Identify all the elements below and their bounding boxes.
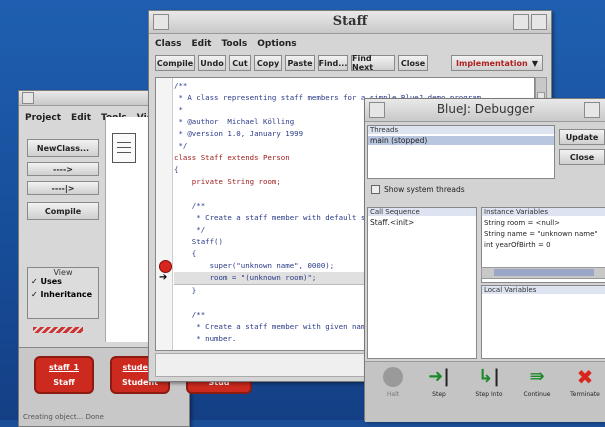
menu-tools[interactable]: Tools	[221, 39, 247, 49]
step-button[interactable]: ➜| Step	[421, 366, 457, 399]
threads-label: Threads	[368, 126, 554, 134]
breakpoint-gutter[interactable]	[156, 78, 173, 350]
scroll-thumb[interactable]	[494, 269, 594, 276]
paste-button[interactable]: Paste	[285, 55, 315, 71]
close-button[interactable]: Close	[398, 55, 428, 71]
debugger-window: BlueJ: Debugger Threads main (stopped) U…	[364, 98, 605, 422]
instance-variables-label: Instance Variables	[482, 208, 605, 216]
check-icon: ✓	[31, 290, 41, 299]
object-class: Staff	[53, 378, 75, 387]
step-into-icon: ↳|	[478, 366, 500, 387]
new-class-button[interactable]: NewClass...	[27, 139, 99, 157]
editor-title: Staff	[332, 14, 368, 29]
compile-button[interactable]: Compile	[27, 202, 99, 220]
compile-button[interactable]: Compile	[155, 55, 195, 71]
undo-button[interactable]: Undo	[198, 55, 226, 71]
show-system-threads-checkbox[interactable]: Show system threads	[371, 185, 465, 194]
editor-menubar: Class Edit Tools Options	[149, 36, 551, 52]
terminate-button[interactable]: ✖ Terminate	[565, 367, 605, 398]
instance-variable-item[interactable]: int yearOfBirth = 0	[482, 241, 605, 249]
debugger-titlebar: BlueJ: Debugger	[365, 99, 605, 122]
halt-icon	[383, 367, 403, 387]
update-button[interactable]: Update	[559, 129, 605, 145]
machine-activity-indicator	[33, 327, 83, 333]
checkbox-box-icon	[371, 185, 380, 194]
menu-class[interactable]: Class	[155, 39, 181, 49]
menu-project[interactable]: Project	[25, 113, 61, 123]
code-line: /**	[174, 81, 188, 90]
continue-button[interactable]: ⇛ Continue	[517, 366, 557, 399]
check-icon: ✓	[31, 277, 41, 286]
minimize-button[interactable]	[513, 14, 529, 30]
object-name: staff_1	[48, 363, 80, 372]
terminate-icon: ✖	[576, 365, 594, 389]
continue-icon: ⇛	[529, 366, 545, 387]
menu-options[interactable]: Options	[257, 39, 296, 49]
view-panel-label: View	[53, 268, 73, 277]
call-sequence-panel: Call Sequence Staff.<init>	[367, 207, 477, 359]
threads-panel: Threads main (stopped)	[367, 125, 555, 179]
window-menu-button[interactable]	[22, 92, 34, 104]
maximize-button[interactable]	[531, 14, 547, 30]
find-button[interactable]: Find...	[318, 55, 348, 71]
editor-titlebar: Staff	[149, 11, 551, 34]
find-next-button[interactable]: Find Next	[351, 54, 395, 72]
document-icon	[112, 133, 136, 163]
call-sequence-label: Call Sequence	[368, 208, 476, 216]
step-icon: ➜|	[428, 366, 450, 387]
instance-variable-item[interactable]: String room = <null>	[482, 219, 605, 227]
local-variables-panel: Local Variables	[481, 285, 605, 359]
chevron-down-icon: ▼	[531, 58, 538, 68]
uses-checkbox[interactable]: ✓ Uses	[31, 277, 98, 286]
step-into-button[interactable]: ↳| Step Into	[469, 366, 509, 399]
editor-toolbar: Compile Undo Cut Copy Paste Find... Find…	[155, 54, 428, 72]
copy-button[interactable]: Copy	[254, 55, 282, 71]
object-staff-1[interactable]: staff_1 Staff	[34, 356, 94, 394]
call-sequence-item[interactable]: Staff.<init>	[368, 218, 476, 227]
execution-arrow-icon: ➔	[159, 272, 168, 283]
view-select[interactable]: Implementation ▼	[451, 55, 543, 71]
close-button[interactable]: Close	[559, 149, 605, 165]
cut-button[interactable]: Cut	[229, 55, 251, 71]
inheritance-checkbox[interactable]: ✓ Inheritance	[31, 290, 98, 299]
minimize-button[interactable]	[584, 102, 600, 118]
thread-item[interactable]: main (stopped)	[368, 136, 554, 145]
local-variables-label: Local Variables	[482, 286, 605, 294]
menu-edit[interactable]: Edit	[71, 113, 91, 123]
inheritance-arrow-button[interactable]: ----|>	[27, 181, 99, 195]
menu-edit[interactable]: Edit	[191, 39, 211, 49]
view-panel: View ✓ Uses ✓ Inheritance	[27, 267, 99, 319]
debugger-title: BlueJ: Debugger	[436, 102, 535, 116]
horizontal-scrollbar[interactable]	[481, 267, 605, 279]
uses-arrow-button[interactable]: ---->	[27, 162, 99, 176]
halt-button[interactable]: Halt	[375, 367, 411, 398]
instance-variable-item[interactable]: String name = "unknown name"	[482, 230, 605, 238]
view-select-value: Implementation	[456, 58, 528, 68]
